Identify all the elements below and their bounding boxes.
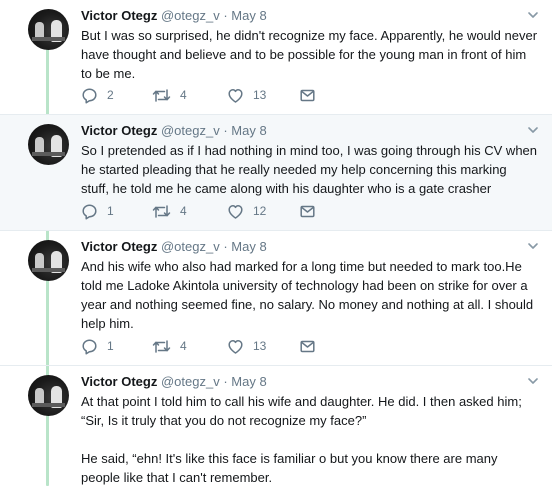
envelope-icon (300, 340, 315, 352)
avatar[interactable] (28, 9, 69, 50)
retweet-count: 4 (180, 88, 187, 102)
avatar[interactable] (28, 240, 69, 281)
tweet-date[interactable]: May 8 (231, 123, 266, 138)
tweet-date[interactable]: May 8 (231, 374, 266, 389)
tweet-header: Victor Otegz @otegz_v · May 8 (81, 123, 540, 139)
display-name[interactable]: Victor Otegz (81, 8, 157, 23)
tweet-paragraph: At that point I told him to call his wif… (81, 394, 522, 428)
reply-icon (82, 87, 97, 104)
retweet-icon (152, 204, 171, 218)
retweet-icon (152, 339, 171, 353)
user-handle[interactable]: @otegz_v (161, 123, 220, 138)
tweet-text: But I was so surprised, he didn't recogn… (81, 26, 538, 83)
like-count: 13 (253, 88, 267, 102)
envelope-icon (300, 89, 315, 101)
reply-count: 1 (107, 204, 114, 218)
retweet-button[interactable]: 4 (152, 86, 187, 104)
separator-dot: · (223, 8, 228, 23)
user-handle[interactable]: @otegz_v (161, 8, 220, 23)
tweet[interactable]: Victor Otegz @otegz_v · May 8 And his wi… (0, 231, 552, 366)
direct-message-button[interactable] (299, 337, 316, 355)
tweet-paragraph: So I pretended as if I had nothing in mi… (81, 143, 538, 196)
like-button[interactable]: 13 (227, 86, 266, 104)
chevron-down-icon[interactable] (526, 123, 540, 137)
retweet-button[interactable]: 4 (152, 337, 187, 355)
like-count: 13 (253, 339, 267, 353)
tweet-header: Victor Otegz @otegz_v · May 8 (81, 8, 540, 24)
heart-icon (228, 204, 243, 219)
reply-count: 1 (107, 339, 114, 353)
reply-icon (82, 203, 97, 220)
tweet-paragraph: And his wife who also had marked for a l… (81, 259, 534, 331)
user-handle[interactable]: @otegz_v (161, 239, 220, 254)
direct-message-button[interactable] (299, 86, 316, 104)
tweet-text: So I pretended as if I had nothing in mi… (81, 141, 538, 198)
tweet[interactable]: Victor Otegz @otegz_v · May 8 So I prete… (0, 115, 552, 231)
reply-count: 2 (107, 88, 114, 102)
reply-button[interactable]: 1 (81, 337, 114, 355)
like-button[interactable]: 12 (227, 202, 266, 220)
retweet-button[interactable]: 4 (152, 202, 187, 220)
avatar[interactable] (28, 124, 69, 165)
chevron-down-icon[interactable] (526, 374, 540, 388)
reply-button[interactable]: 2 (81, 86, 114, 104)
tweet-actions: 1 4 12 (81, 202, 341, 220)
envelope-icon (300, 205, 315, 217)
tweet-header: Victor Otegz @otegz_v · May 8 (81, 374, 540, 390)
retweet-count: 4 (180, 204, 187, 218)
user-handle[interactable]: @otegz_v (161, 374, 220, 389)
tweet-text: And his wife who also had marked for a l… (81, 257, 538, 333)
separator-dot: · (223, 123, 228, 138)
separator-dot: · (223, 239, 228, 254)
tweet-date[interactable]: May 8 (231, 8, 266, 23)
chevron-down-icon[interactable] (526, 239, 540, 253)
avatar[interactable] (28, 375, 69, 416)
tweet[interactable]: Victor Otegz @otegz_v · May 8 At that po… (0, 366, 552, 486)
display-name[interactable]: Victor Otegz (81, 239, 157, 254)
tweet-paragraph: He said, “ehn! It's like this face is fa… (81, 451, 498, 485)
tweet-header: Victor Otegz @otegz_v · May 8 (81, 239, 540, 255)
separator-dot: · (223, 374, 228, 389)
tweet-date[interactable]: May 8 (231, 239, 266, 254)
tweet[interactable]: Victor Otegz @otegz_v · May 8 But I was … (0, 0, 552, 115)
heart-icon (228, 88, 243, 103)
display-name[interactable]: Victor Otegz (81, 374, 157, 389)
like-count: 12 (253, 204, 267, 218)
direct-message-button[interactable] (299, 202, 316, 220)
heart-icon (228, 339, 243, 354)
tweet-actions: 2 4 13 (81, 86, 341, 104)
retweet-count: 4 (180, 339, 187, 353)
tweet-text: At that point I told him to call his wif… (81, 392, 538, 486)
tweet-actions: 1 4 13 (81, 337, 341, 355)
chevron-down-icon[interactable] (526, 8, 540, 22)
tweet-paragraph: But I was so surprised, he didn't recogn… (81, 28, 538, 81)
like-button[interactable]: 13 (227, 337, 266, 355)
retweet-icon (152, 88, 171, 102)
display-name[interactable]: Victor Otegz (81, 123, 157, 138)
reply-icon (82, 338, 97, 355)
reply-button[interactable]: 1 (81, 202, 114, 220)
